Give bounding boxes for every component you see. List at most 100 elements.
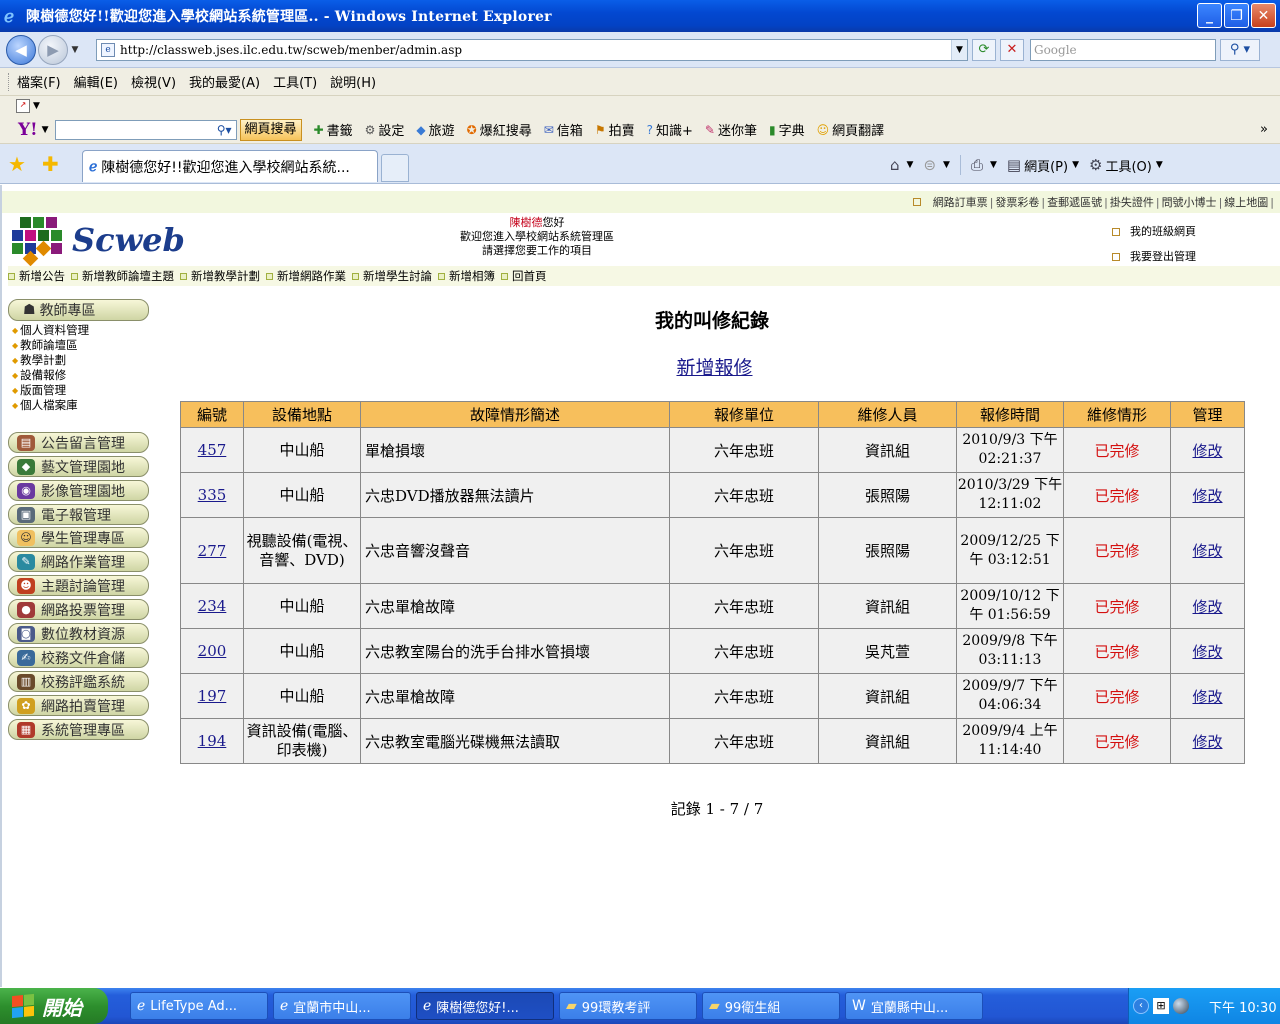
back-button[interactable]: ◀	[6, 34, 36, 65]
subnav-add-discussion[interactable]: 新增學生討論	[352, 268, 432, 284]
row-id-link[interactable]: 335	[198, 486, 227, 504]
row-id-link[interactable]: 197	[198, 687, 227, 705]
url-text[interactable]: http://classweb.jses.ilc.edu.tw/scweb/me…	[120, 43, 951, 57]
address-dropdown-icon[interactable]: ▼	[951, 39, 967, 60]
home-button[interactable]: ⌂ ▼	[890, 156, 913, 174]
tray-expand-icon[interactable]: ‹	[1133, 998, 1149, 1014]
subnav-add-teaching-plan[interactable]: 新增教學計劃	[180, 268, 260, 284]
start-button[interactable]: 開始	[0, 988, 108, 1024]
subnav-home[interactable]: 回首頁	[501, 268, 547, 284]
address-bar[interactable]: e http://classweb.jses.ilc.edu.tw/scweb/…	[96, 38, 968, 61]
top-link[interactable]: 發票彩卷	[995, 194, 1039, 210]
sidebar-module-announcements[interactable]: ▤ 公告留言管理	[8, 432, 149, 453]
sidebar-item-layout[interactable]: ◆ 版面管理	[12, 383, 89, 398]
yahoo-item-mini-pen[interactable]: ✎ 迷你筆	[705, 120, 757, 140]
menu-file[interactable]: 檔案(F)	[17, 72, 61, 91]
yahoo-item-knowledge[interactable]: ? 知識+	[647, 120, 693, 140]
sidebar-module-images[interactable]: ◉ 影像管理園地	[8, 480, 149, 501]
menu-favorites[interactable]: 我的最愛(A)	[189, 72, 260, 91]
toolbar-more-icon[interactable]: »	[1260, 122, 1268, 137]
feeds-button[interactable]: ⊜ ▼	[923, 156, 950, 174]
sidebar-module-homework[interactable]: ✎ 網路作業管理	[8, 551, 149, 572]
new-tab-button[interactable]	[381, 154, 409, 182]
sidebar-module-documents[interactable]: ✍ 校務文件倉儲	[8, 647, 149, 668]
sidebar-module-auction[interactable]: ✿ 網路拍賣管理	[8, 695, 149, 716]
top-link[interactable]: 掛失證件	[1110, 194, 1154, 210]
sidebar-item-profile[interactable]: ◆ 個人資料管理	[12, 323, 89, 338]
row-edit-link[interactable]: 修改	[1192, 598, 1222, 616]
taskbar-item-lifetype[interactable]: ℯ LifeType Ad...	[130, 992, 268, 1020]
top-link[interactable]: 問號小博士	[1162, 194, 1217, 210]
forward-button[interactable]: ▶	[38, 34, 68, 65]
refresh-button[interactable]: ⟳	[972, 38, 996, 61]
my-class-page-link[interactable]: 我的班級網頁	[1112, 219, 1196, 244]
teacher-zone-header[interactable]: ☗ 教師專區	[8, 299, 149, 321]
sidebar-module-system[interactable]: ▦ 系統管理專區	[8, 719, 149, 740]
subnav-add-homework[interactable]: 新增網路作業	[266, 268, 346, 284]
taskbar-item-word-doc[interactable]: W 宜蘭縣中山...	[845, 992, 983, 1020]
yahoo-item-dictionary[interactable]: ▮ 字典	[769, 120, 805, 140]
network-icon[interactable]	[1173, 998, 1189, 1014]
sidebar-item-repair[interactable]: ◆ 設備報修	[12, 368, 89, 383]
stop-button[interactable]: ✕	[1000, 38, 1024, 61]
row-id-link[interactable]: 194	[198, 732, 227, 750]
scweb-logo[interactable]: Scweb	[10, 215, 185, 267]
row-id-link[interactable]: 200	[198, 642, 227, 660]
sidebar-item-plan[interactable]: ◆ 教學計劃	[12, 353, 89, 368]
links-dropdown-icon[interactable]: ▼	[33, 101, 40, 111]
top-link[interactable]: 查郵遞區號	[1047, 194, 1102, 210]
row-id-link[interactable]: 277	[198, 542, 227, 560]
clock[interactable]: 下午 10:30	[1209, 997, 1277, 1016]
yahoo-item-settings[interactable]: ⚙ 設定	[365, 120, 405, 140]
row-edit-link[interactable]: 修改	[1192, 542, 1222, 560]
search-button[interactable]: ⚲ ▾	[1220, 38, 1260, 61]
row-edit-link[interactable]: 修改	[1192, 643, 1222, 661]
yahoo-item-auction[interactable]: ⚑ 拍賣	[595, 120, 635, 140]
taskbar-item-folder-99-health[interactable]: ▰ 99衛生組	[702, 992, 840, 1020]
subnav-add-album[interactable]: 新增相簿	[438, 268, 495, 284]
row-edit-link[interactable]: 修改	[1192, 442, 1222, 460]
yahoo-item-travel[interactable]: ◆ 旅遊	[416, 120, 454, 140]
sidebar-module-voting[interactable]: ● 網路投票管理	[8, 599, 149, 620]
sidebar-module-materials[interactable]: ◙ 數位教材資源	[8, 623, 149, 644]
subnav-add-announcement[interactable]: 新增公告	[8, 268, 65, 284]
tab-current[interactable]: ℯ 陳樹德您好!!歡迎您進入學校網站系統...	[82, 150, 378, 182]
yahoo-item-hot-search[interactable]: ✪ 爆紅搜尋	[467, 120, 532, 140]
minimize-button[interactable]: _	[1197, 3, 1222, 28]
subnav-add-forum-topic[interactable]: 新增教師論壇主題	[71, 268, 174, 284]
yahoo-item-bookmarks[interactable]: ✚ 書籤	[314, 120, 353, 140]
favorites-star-icon[interactable]: ★	[8, 152, 26, 176]
print-button[interactable]: ⎙ ▼	[971, 156, 997, 174]
yahoo-item-translate[interactable]: ☺ 網頁翻譯	[817, 120, 885, 140]
row-edit-link[interactable]: 修改	[1192, 688, 1222, 706]
menu-tools[interactable]: 工具(T)	[273, 72, 317, 91]
tools-menu-button[interactable]: ⚙ 工具(O) ▼	[1089, 156, 1163, 175]
sidebar-module-students[interactable]: ☺ 學生管理專區	[8, 527, 149, 548]
sidebar-item-files[interactable]: ◆ 個人檔案庫	[12, 398, 89, 413]
links-icon[interactable]: ↗	[16, 99, 30, 113]
sidebar-module-arts[interactable]: ◆ 藝文管理園地	[8, 456, 149, 477]
row-edit-link[interactable]: 修改	[1192, 487, 1222, 505]
search-input[interactable]: Google	[1030, 38, 1216, 61]
menu-edit[interactable]: 編輯(E)	[74, 72, 118, 91]
menu-help[interactable]: 說明(H)	[330, 72, 376, 91]
top-link[interactable]: 線上地圖	[1224, 194, 1268, 210]
taskbar-item-ilan-zhongshan[interactable]: ℯ 宜蘭市中山...	[273, 992, 411, 1020]
row-id-link[interactable]: 234	[198, 597, 227, 615]
sidebar-module-evaluation[interactable]: ▥ 校務評鑑系統	[8, 671, 149, 692]
menu-view[interactable]: 檢視(V)	[131, 72, 176, 91]
sidebar-item-forum[interactable]: ◆ 教師論壇區	[12, 338, 89, 353]
top-link[interactable]: 網路訂車票	[933, 194, 988, 210]
yahoo-item-mail[interactable]: ✉ 信箱	[544, 120, 583, 140]
sidebar-module-newsletter[interactable]: ▣ 電子報管理	[8, 504, 149, 525]
history-dropdown-icon[interactable]: ▼	[68, 45, 82, 55]
close-button[interactable]: ✕	[1251, 3, 1276, 28]
taskbar-item-current[interactable]: ℯ 陳樹德您好!...	[416, 992, 554, 1020]
add-favorite-icon[interactable]: ✚	[42, 152, 59, 176]
row-edit-link[interactable]: 修改	[1192, 733, 1222, 751]
taskbar-item-folder-99-env[interactable]: ▰ 99環教考評	[559, 992, 697, 1020]
sidebar-module-discussion[interactable]: ☻ 主題討論管理	[8, 575, 149, 596]
maximize-button[interactable]: ❐	[1224, 3, 1249, 28]
row-id-link[interactable]: 457	[198, 441, 227, 459]
yahoo-search-input[interactable]: ⚲▾	[54, 119, 237, 140]
